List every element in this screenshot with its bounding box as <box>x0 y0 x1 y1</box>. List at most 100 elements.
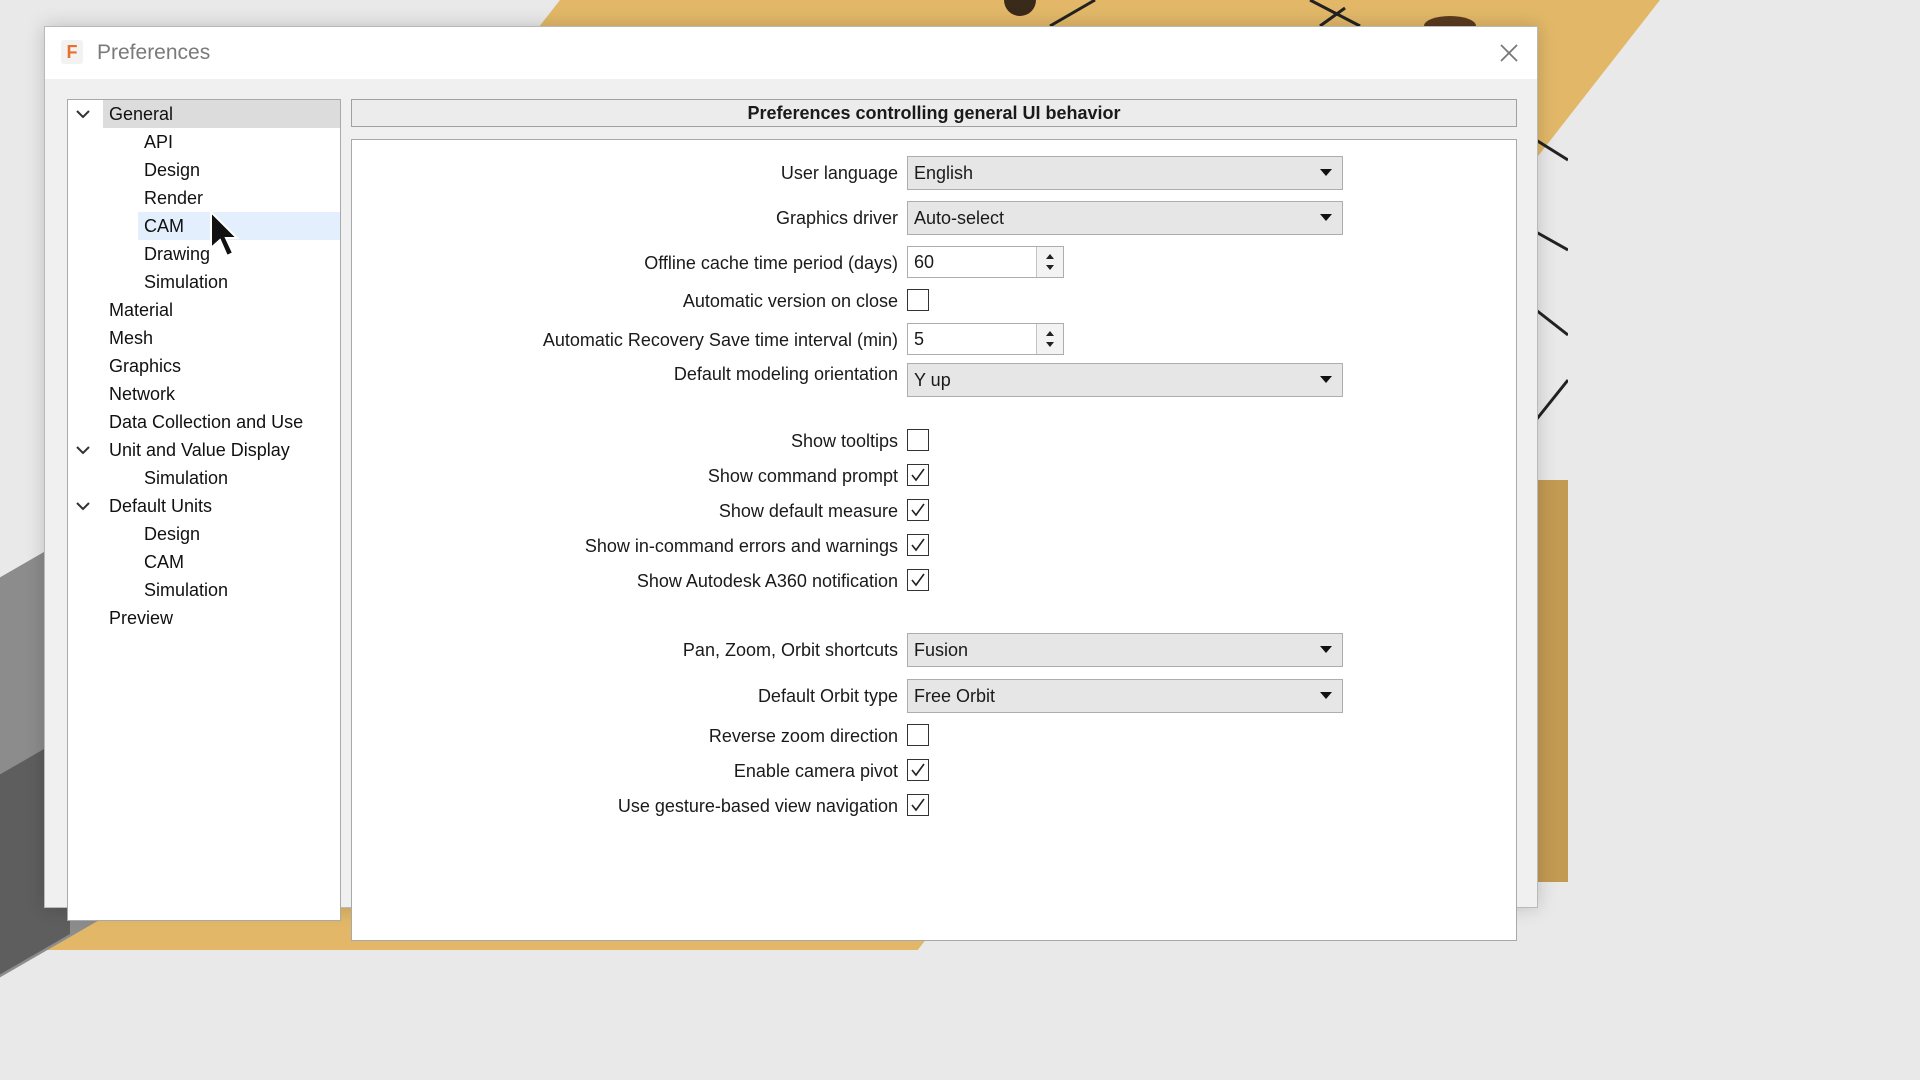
spin-up-icon[interactable] <box>1046 254 1054 259</box>
default-orbit-label: Default Orbit type <box>757 686 898 706</box>
row-graphics-driver: Graphics driver Auto-select <box>352 200 1516 236</box>
tree-item-label: Render <box>144 188 204 208</box>
row-show-command-prompt: Show command prompt <box>352 458 1516 494</box>
show-errors-label: Show in-command errors and warnings <box>584 536 898 556</box>
show-command-prompt-label: Show command prompt <box>707 466 898 486</box>
preferences-tree: General API Design Render CAM Drawing Si… <box>67 99 341 921</box>
checkmark-icon <box>911 468 925 482</box>
modeling-orientation-label: Default modeling orientation <box>673 364 898 384</box>
default-orbit-select[interactable]: Free Orbit <box>907 679 1343 713</box>
tree-item-label: Mesh <box>109 328 154 348</box>
show-tooltips-label: Show tooltips <box>790 431 898 451</box>
chevron-down-icon[interactable] <box>74 436 92 464</box>
fusion-app-icon: F <box>61 40 83 64</box>
row-show-errors: Show in-command errors and warnings <box>352 528 1516 564</box>
tree-item-label: General <box>103 100 340 128</box>
checkmark-icon <box>911 503 925 517</box>
gesture-nav-label: Use gesture-based view navigation <box>617 796 898 816</box>
row-user-language: User language English <box>352 155 1516 191</box>
modeling-orientation-value: Y up <box>914 370 951 390</box>
tree-item-general[interactable]: General <box>68 100 340 128</box>
checkmark-icon <box>911 573 925 587</box>
row-offline-cache: Offline cache time period (days) 60 <box>352 245 1516 281</box>
show-command-prompt-checkbox[interactable] <box>907 464 929 486</box>
modeling-orientation-select[interactable]: Y up <box>907 363 1343 397</box>
tree-item-label: Graphics <box>109 356 182 376</box>
graphics-driver-value: Auto-select <box>914 208 1005 228</box>
row-pan-zoom-orbit: Pan, Zoom, Orbit shortcuts Fusion <box>352 632 1516 668</box>
auto-version-label: Automatic version on close <box>682 291 898 311</box>
spin-buttons[interactable] <box>1036 247 1063 277</box>
row-modeling-orientation: Default modeling orientation Y up <box>352 362 1516 398</box>
tree-item-label: Design <box>144 524 201 544</box>
tree-item-label: Drawing <box>144 244 211 264</box>
row-auto-version: Automatic version on close <box>352 283 1516 319</box>
offline-cache-spinbox[interactable]: 60 <box>907 246 1064 278</box>
chevron-down-icon[interactable] <box>74 492 92 520</box>
chevron-down-icon[interactable] <box>74 100 92 128</box>
dropdown-arrow-icon <box>1320 169 1332 176</box>
graphics-driver-label: Graphics driver <box>775 208 898 228</box>
pan-zoom-orbit-label: Pan, Zoom, Orbit shortcuts <box>682 640 898 660</box>
show-tooltips-checkbox[interactable] <box>907 429 929 451</box>
dropdown-arrow-icon <box>1320 646 1332 653</box>
row-show-default-measure: Show default measure <box>352 493 1516 529</box>
spin-down-icon[interactable] <box>1046 342 1054 347</box>
tree-item-label: Unit and Value Display <box>109 440 290 460</box>
auto-recovery-label: Automatic Recovery Save time interval (m… <box>542 330 898 350</box>
row-camera-pivot: Enable camera pivot <box>352 753 1516 789</box>
dropdown-arrow-icon <box>1320 376 1332 383</box>
close-button[interactable] <box>1495 39 1523 67</box>
reverse-zoom-checkbox[interactable] <box>907 724 929 746</box>
tree-item-label: Design <box>144 160 201 180</box>
tree-item-label: Simulation <box>144 272 229 292</box>
checkmark-icon <box>911 763 925 777</box>
auto-recovery-value: 5 <box>914 329 925 349</box>
tree-item-label: Default Units <box>109 496 213 516</box>
checkmark-icon <box>911 798 925 812</box>
spin-down-icon[interactable] <box>1046 265 1054 270</box>
row-reverse-zoom: Reverse zoom direction <box>352 718 1516 754</box>
show-a360-checkbox[interactable] <box>907 569 929 591</box>
show-errors-checkbox[interactable] <box>907 534 929 556</box>
offline-cache-value: 60 <box>914 252 935 272</box>
tree-item-default-units[interactable]: Default Units <box>68 492 340 520</box>
user-language-select[interactable]: English <box>907 156 1343 190</box>
user-language-value: English <box>914 163 974 183</box>
tree-item-label: API <box>144 132 174 152</box>
reverse-zoom-label: Reverse zoom direction <box>708 726 898 746</box>
close-icon <box>1500 44 1518 62</box>
row-show-a360: Show Autodesk A360 notification <box>352 563 1516 599</box>
tree-item-label: Material <box>109 300 174 320</box>
auto-version-checkbox[interactable] <box>907 289 929 311</box>
row-show-tooltips: Show tooltips <box>352 423 1516 459</box>
checkmark-icon <box>911 538 925 552</box>
tree-item-label: CAM <box>144 552 184 572</box>
window-title: Preferences <box>97 41 211 64</box>
dropdown-arrow-icon <box>1320 214 1332 221</box>
tree-item-unit-value-display[interactable]: Unit and Value Display <box>68 436 340 464</box>
tree-item-label: Simulation <box>144 580 229 600</box>
show-default-measure-checkbox[interactable] <box>907 499 929 521</box>
dialog-body: General API Design Render CAM Drawing Si… <box>45 79 1537 941</box>
pan-zoom-orbit-select[interactable]: Fusion <box>907 633 1343 667</box>
tree-item-label: Preview <box>109 608 174 628</box>
gesture-nav-checkbox[interactable] <box>907 794 929 816</box>
title-bar: F Preferences <box>45 27 1537 79</box>
tree-item-cam[interactable]: CAM <box>68 212 340 240</box>
offline-cache-label: Offline cache time period (days) <box>644 253 898 273</box>
row-gesture-nav: Use gesture-based view navigation <box>352 788 1516 824</box>
default-orbit-value: Free Orbit <box>914 686 996 706</box>
settings-panel: User language English Graphics driver Au… <box>351 139 1517 941</box>
mouse-cursor-icon <box>210 210 239 258</box>
camera-pivot-checkbox[interactable] <box>907 759 929 781</box>
spin-buttons[interactable] <box>1036 324 1063 354</box>
pan-zoom-orbit-value: Fusion <box>914 640 969 660</box>
spin-up-icon[interactable] <box>1046 331 1054 336</box>
auto-recovery-spinbox[interactable]: 5 <box>907 323 1064 355</box>
row-default-orbit: Default Orbit type Free Orbit <box>352 678 1516 714</box>
row-auto-recovery: Automatic Recovery Save time interval (m… <box>352 322 1516 358</box>
preferences-dialog: F Preferences General API Design Render … <box>44 26 1538 941</box>
graphics-driver-select[interactable]: Auto-select <box>907 201 1343 235</box>
tree-item-label: Data Collection and Use <box>109 412 304 432</box>
